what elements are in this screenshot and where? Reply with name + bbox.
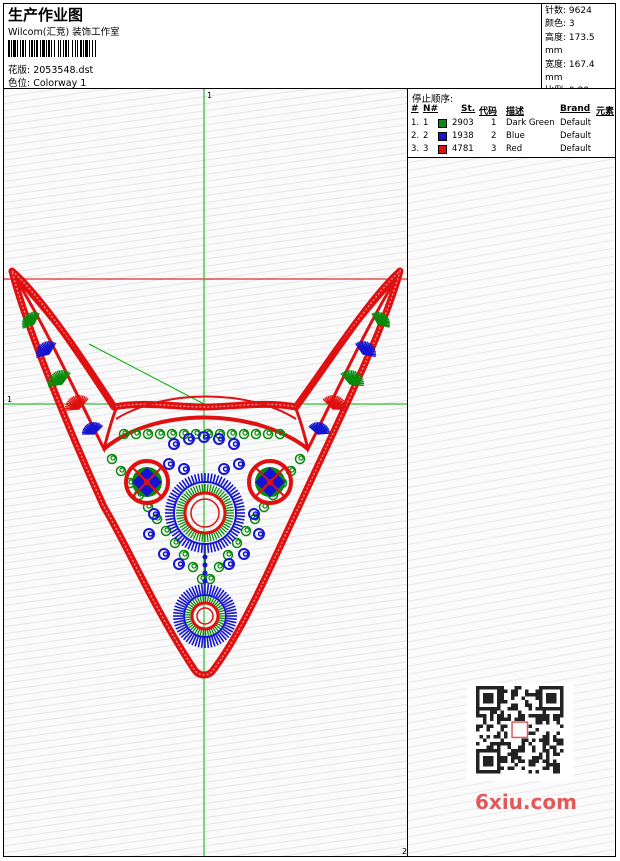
header-info: 生产作业图 Wilcom(汇竞) 装饰工作室 花版: 2053548.dst 色… — [4, 4, 542, 89]
svg-text:1: 1 — [207, 91, 212, 100]
col-num: # — [411, 104, 419, 114]
spec-list: 针数: 9624 颜色: 3 高度: 173.5 mm 宽度: 167.4 mm… — [542, 4, 615, 96]
panel-title: 停止顺序: — [412, 94, 454, 105]
svg-text:2: 2 — [402, 847, 407, 856]
col-brand: Brand — [560, 104, 591, 114]
stop-row[interactable]: 2. 2 1938 2 Blue Default — [408, 131, 615, 144]
col-n: N# — [423, 104, 439, 114]
design-file: 花版: 2053548.dst — [8, 65, 94, 76]
color-swatch — [438, 145, 447, 154]
watermark-text: 6xiu.com — [475, 790, 577, 814]
col-desc: 描述 — [506, 107, 525, 117]
qr-code — [466, 683, 574, 781]
stitch-count: 针数: 9624 — [545, 6, 592, 16]
col-code: 代码 — [479, 107, 498, 117]
col-element: 元素 — [596, 107, 615, 117]
studio-name: Wilcom(汇竞) 装饰工作室 — [8, 27, 120, 38]
embroidery-design: 1 1 2 — [4, 89, 407, 856]
design-canvas[interactable]: 1 1 2 — [4, 89, 408, 856]
svg-text:1: 1 — [7, 395, 12, 404]
barcode — [8, 40, 143, 57]
width-value: 宽度: 167.4 mm — [545, 59, 595, 84]
col-st: St. — [461, 104, 476, 114]
height-value: 高度: 173.5 mm — [545, 32, 595, 57]
color-count: 颜色: 3 — [545, 19, 575, 30]
colorway: 色位: Colorway 1 — [8, 78, 87, 89]
color-swatch — [438, 119, 447, 128]
page-title: 生产作业图 — [8, 6, 84, 24]
stop-row[interactable]: 3. 3 4781 3 Red Default — [408, 144, 615, 157]
stop-row[interactable]: 1. 1 2903 1 Dark Green Default — [408, 118, 615, 131]
color-swatch — [438, 132, 447, 141]
